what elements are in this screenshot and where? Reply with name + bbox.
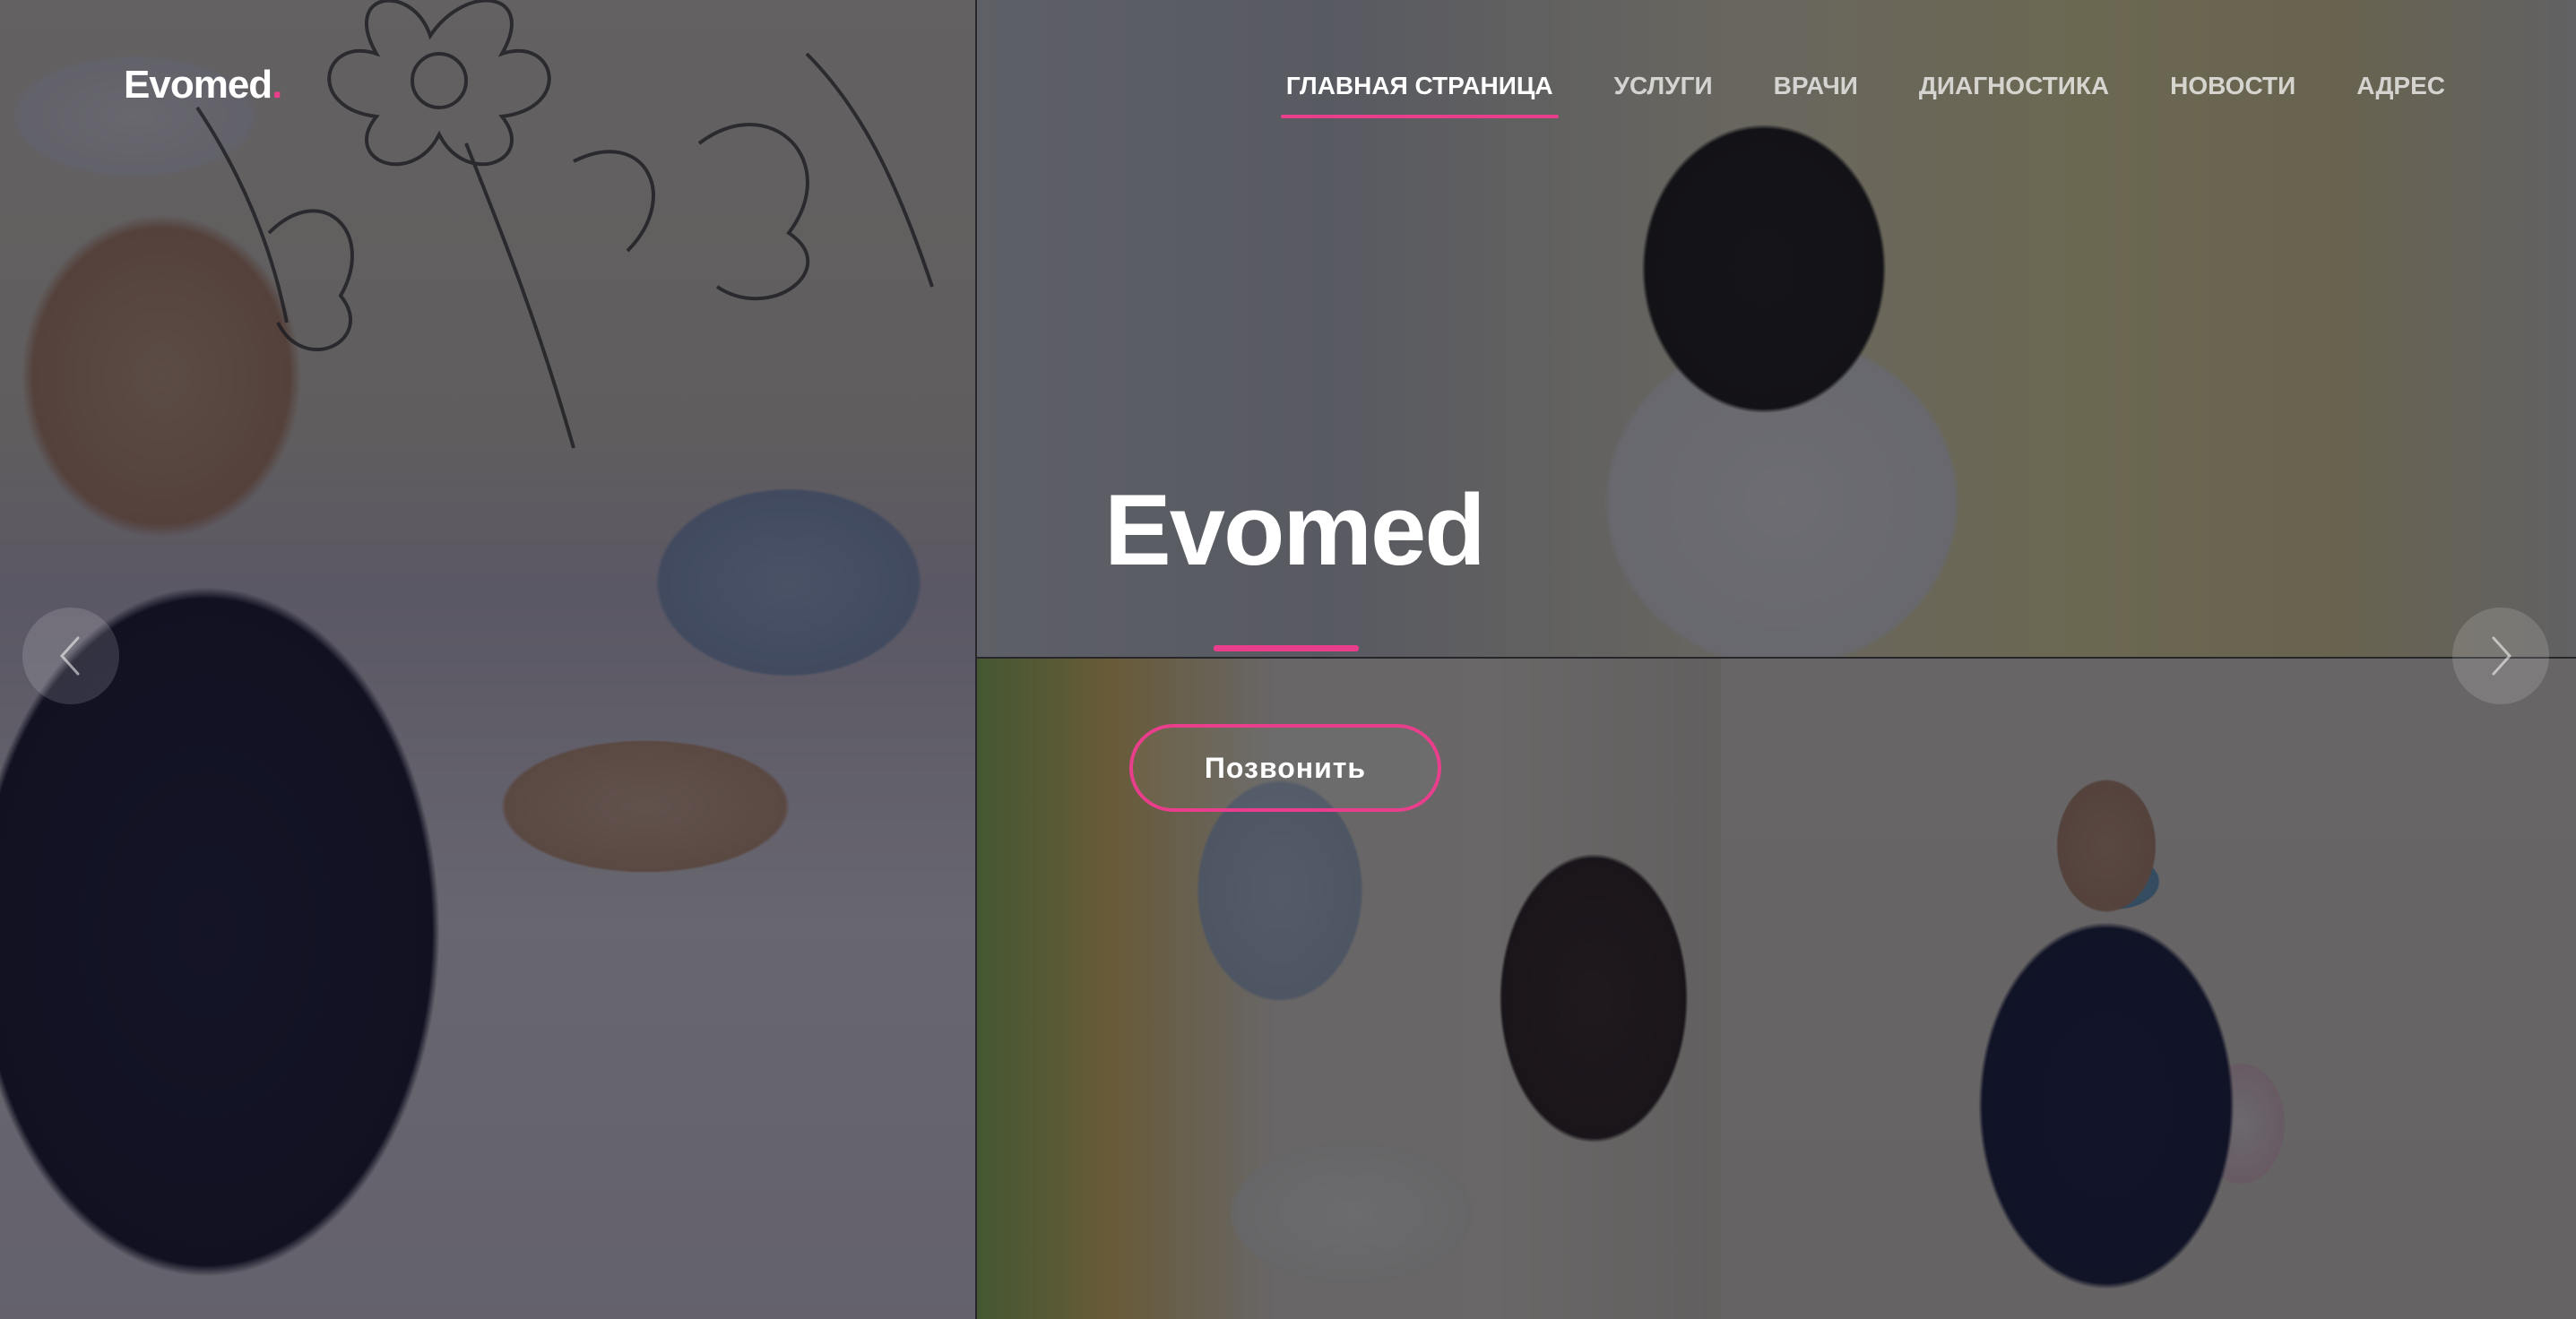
chevron-right-icon — [2492, 636, 2512, 676]
nav-item-home[interactable]: ГЛАВНАЯ СТРАНИЦА — [1280, 72, 1559, 118]
chevron-left-icon — [59, 636, 80, 676]
nav-item-services[interactable]: УСЛУГИ — [1614, 72, 1713, 118]
dark-overlay — [0, 0, 2576, 1319]
nav-item-diagnostics[interactable]: ДИАГНОСТИКА — [1919, 72, 2109, 118]
nav-item-address[interactable]: АДРЕС — [2356, 72, 2445, 118]
nav-item-doctors[interactable]: ВРАЧИ — [1774, 72, 1858, 118]
hero-title: Evomed — [1104, 474, 1486, 586]
site-logo[interactable]: Evomed. — [124, 63, 282, 108]
hero-slider: Evomed. ГЛАВНАЯ СТРАНИЦА УСЛУГИ ВРАЧИ ДИ… — [0, 0, 2576, 1319]
logo-dot: . — [272, 63, 282, 107]
logo-text: Evomed — [124, 63, 272, 107]
call-button[interactable]: Позвонить — [1129, 724, 1441, 812]
nav-item-news[interactable]: НОВОСТИ — [2170, 72, 2295, 118]
title-underline — [1214, 645, 1359, 651]
slider-next-button[interactable] — [2452, 608, 2549, 704]
main-nav: ГЛАВНАЯ СТРАНИЦА УСЛУГИ ВРАЧИ ДИАГНОСТИК… — [1225, 72, 2445, 118]
slider-prev-button[interactable] — [22, 608, 119, 704]
